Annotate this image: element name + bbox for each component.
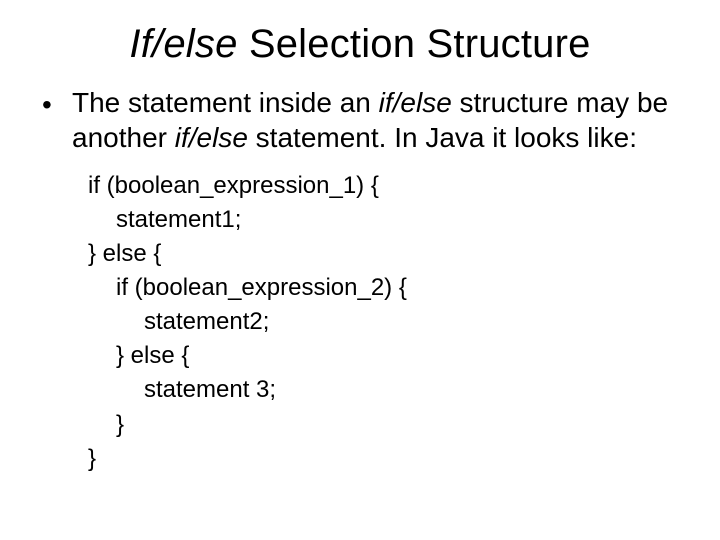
code-block: if (boolean_expression_1) { statement1; … xyxy=(88,169,680,476)
bullet-seg1: The statement inside an xyxy=(72,87,379,118)
code-line-1: statement1; xyxy=(88,203,680,237)
code-line-5: } else { xyxy=(88,339,680,373)
bullet-marker: • xyxy=(40,85,72,122)
bullet-seg4-italic: if/else xyxy=(175,122,248,153)
title-italic-part: If/else xyxy=(129,22,237,66)
code-line-2: } else { xyxy=(88,237,680,271)
code-line-4: statement2; xyxy=(88,305,680,339)
code-line-7: } xyxy=(88,408,680,442)
code-line-8: } xyxy=(88,442,680,476)
code-line-0: if (boolean_expression_1) { xyxy=(88,169,680,203)
bullet-seg5: statement. In Java it looks like: xyxy=(248,122,637,153)
code-line-3: if (boolean_expression_2) { xyxy=(88,271,680,305)
title-rest: Selection Structure xyxy=(238,22,591,66)
slide: If/else Selection Structure • The statem… xyxy=(0,0,720,540)
bullet-item: • The statement inside an if/else struct… xyxy=(40,85,680,155)
bullet-text: The statement inside an if/else structur… xyxy=(72,85,680,155)
bullet-seg2-italic: if/else xyxy=(379,87,452,118)
slide-title: If/else Selection Structure xyxy=(40,22,680,67)
code-line-6: statement 3; xyxy=(88,373,680,407)
